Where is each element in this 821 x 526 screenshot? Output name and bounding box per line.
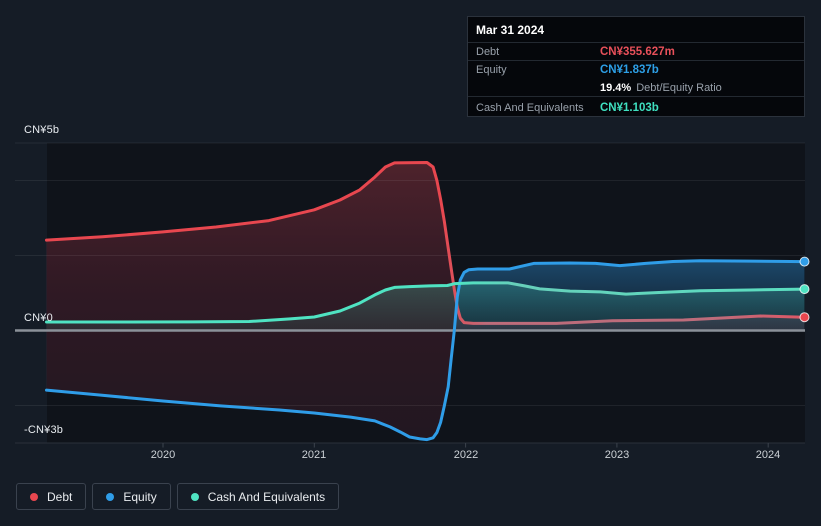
debt-end-marker [799,312,810,323]
tooltip-debt-label: Debt [476,45,500,58]
cash-dot-icon [190,492,199,501]
y-axis-label-top: CN¥5b [24,124,60,136]
legend-item-debt[interactable]: Debt [16,483,87,510]
tooltip-equity-row: Equity CN¥1.837b [468,61,804,79]
legend-debt-label: Debt [47,489,73,504]
tooltip-cash-label: Cash And Equivalents [476,101,584,114]
tooltip-cash-row: Cash And Equivalents CN¥1.103b [468,97,804,118]
legend-item-cash[interactable]: Cash And Equivalents [176,483,340,510]
legend-equity-label: Equity [123,489,157,504]
debt-equity-history-chart: CN¥5b CN¥0 -CN¥3b 2020 2021 2022 2023 20… [0,0,821,470]
tooltip-cash-value: CN¥1.103b [600,101,659,114]
x-axis-label-2023: 2023 [604,449,630,461]
chart-legend: Debt Equity Cash And Equivalents [16,483,340,510]
equity-dot-icon [106,492,115,501]
y-axis-label-bottom: -CN¥3b [24,424,64,436]
tooltip-debt-value: CN¥355.627m [600,45,675,58]
x-axis-label-2022: 2022 [453,449,479,461]
y-axis-label-zero: CN¥0 [24,312,53,324]
x-axis-label-2021: 2021 [301,449,327,461]
chart-tooltip: Mar 31 2024 Debt CN¥355.627m Equity CN¥1… [467,16,805,117]
cash-end-marker [799,284,810,295]
tooltip-ratio-row: 19.4% Debt/Equity Ratio [468,79,804,97]
tooltip-equity-label: Equity [476,64,507,76]
tooltip-equity-value: CN¥1.837b [600,64,659,76]
legend-cash-label: Cash And Equivalents [207,489,326,504]
x-axis-label-2020: 2020 [150,449,176,461]
debt-dot-icon [30,492,38,501]
tooltip-date: Mar 31 2024 [468,17,804,43]
tooltip-ratio-value: 19.4% [600,81,632,94]
equity-end-marker [799,256,810,267]
legend-item-equity[interactable]: Equity [92,483,171,510]
x-axis-label-2024: 2024 [755,449,781,461]
tooltip-ratio-label: Debt/Equity Ratio [636,81,722,94]
tooltip-debt-row: Debt CN¥355.627m [468,43,804,61]
